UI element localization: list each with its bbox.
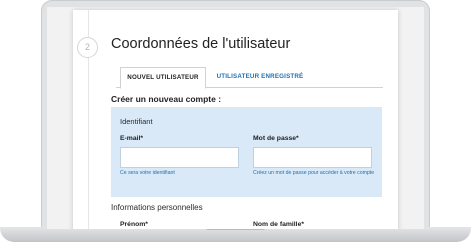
tab-new-user[interactable]: NOUVEL UTILISATEUR (120, 67, 206, 89)
email-hint: Ce sera votre identifiant (120, 170, 175, 176)
password-field[interactable] (253, 147, 372, 168)
personal-info-heading: Informations personnelles (111, 203, 203, 212)
identifiant-panel: Identifiant E-mail* Ce sera votre identi… (111, 107, 382, 197)
password-hint: Créez un mot de passe pour accéder à vot… (253, 170, 375, 176)
email-field[interactable] (120, 147, 239, 168)
tab-registered-user[interactable]: UTILISATEUR ENREGISTRÉ (210, 67, 310, 87)
create-account-heading: Créer un nouveau compte : (111, 94, 222, 104)
firstname-label: Prénom* (120, 221, 148, 228)
step-number-badge: 2 (77, 37, 98, 58)
lastname-label: Nom de famille* (253, 221, 304, 228)
laptop-screen: 2 Coordonnées de l'utilisateur NOUVEL UT… (47, 7, 424, 229)
password-label: Mot de passe* (253, 135, 299, 142)
email-label: E-mail* (120, 135, 144, 142)
identifiant-title: Identifiant (120, 117, 153, 126)
form-page: 2 Coordonnées de l'utilisateur NOUVEL UT… (73, 10, 398, 229)
page-title: Coordonnées de l'utilisateur (111, 36, 291, 52)
